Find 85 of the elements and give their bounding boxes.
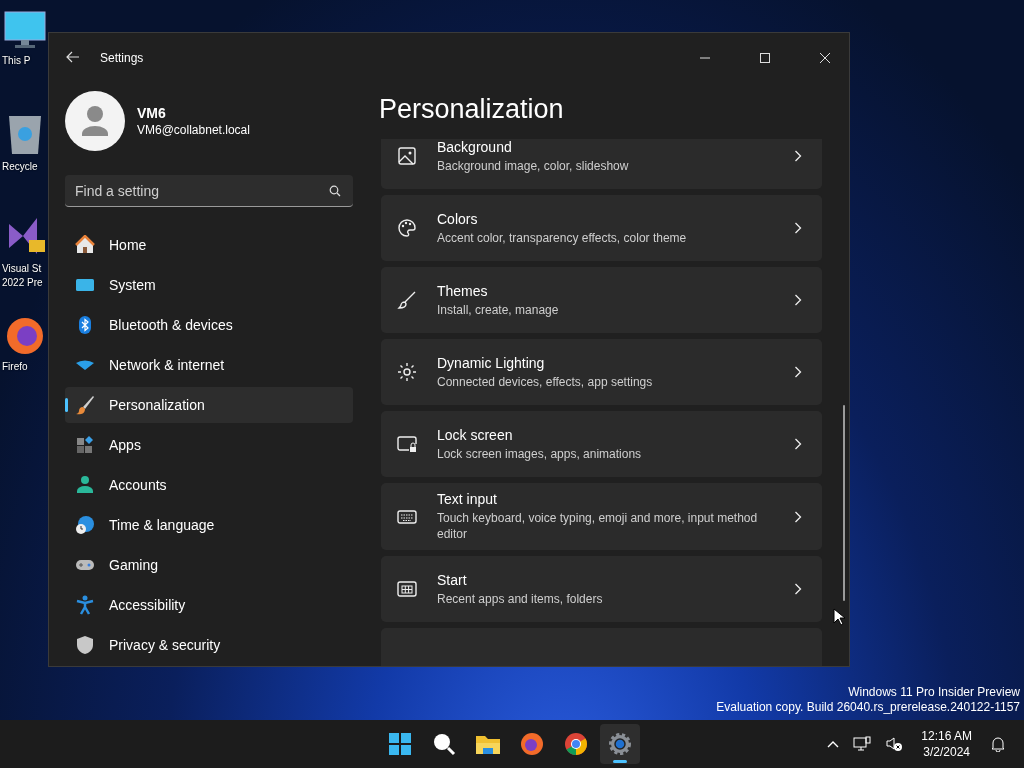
evaluation-watermark-text: Windows 11 Pro Insider Preview: [848, 685, 1020, 700]
start-menu-icon: [397, 579, 417, 599]
apps-grid-icon: [75, 435, 95, 455]
close-icon[interactable]: [819, 52, 831, 64]
settings-card[interactable]: Background Background image, color, slideshow: [381, 139, 822, 189]
back-arrow-icon[interactable]: [66, 51, 80, 63]
setting-title: Start: [437, 571, 468, 588]
nav-item[interactable]: Accounts: [65, 467, 353, 503]
picture-icon: [397, 146, 417, 166]
nav-item[interactable]: Network & internet: [65, 347, 353, 383]
nav-item[interactable]: System: [65, 267, 353, 303]
chevron-right-icon: [794, 222, 802, 234]
search-icon[interactable]: [329, 185, 341, 197]
settings-card[interactable]: Lock screen Lock screen images, apps, animations: [381, 411, 822, 477]
taskbar-button[interactable]: [600, 724, 640, 764]
chevron-right-icon: [794, 366, 802, 378]
desktop-icon-label[interactable]: This P: [2, 54, 31, 68]
chevron-right-icon: [794, 583, 802, 595]
folder-icon: [475, 733, 501, 755]
network-icon[interactable]: [853, 736, 872, 752]
globe-clock-icon: [75, 515, 95, 535]
setting-title: Lock screen: [437, 426, 514, 443]
page-title: Personalization: [379, 93, 565, 126]
setting-description: Lock screen images, apps, animations: [437, 445, 643, 462]
setting-title: Dynamic Lighting: [437, 354, 546, 371]
person-icon: [75, 475, 95, 495]
chrome-icon: [564, 732, 588, 756]
nav-item[interactable]: Personalization: [65, 387, 353, 423]
user-name: VM6: [137, 105, 167, 121]
accessibility-icon: [75, 595, 95, 615]
sun-icon: [397, 362, 417, 382]
nav-item[interactable]: Gaming: [65, 547, 353, 583]
scrollbar-thumb[interactable]: [843, 405, 845, 601]
setting-description: Background image, color, slideshow: [437, 157, 630, 174]
nav-item[interactable]: Home: [65, 227, 353, 263]
firefox-icon[interactable]: [5, 316, 45, 356]
settings-card[interactable]: Dynamic Lighting Connected devices, effects, app settings: [381, 339, 822, 405]
desktop-icon-label[interactable]: Visual St 2022 Pre: [2, 262, 43, 290]
chevron-right-icon: [794, 150, 802, 162]
firefox-icon: [520, 732, 544, 756]
mouse-cursor-icon: [833, 608, 845, 626]
setting-description: Install, create, manage: [437, 301, 560, 318]
nav-item[interactable]: Accessibility: [65, 587, 353, 623]
evaluation-watermark-text: Evaluation copy. Build 26040.rs_prerelease.240122-1157: [716, 700, 1020, 715]
chevron-right-icon: [794, 294, 802, 306]
setting-description: Recent apps and items, folders: [437, 590, 604, 607]
windows-logo-icon: [388, 732, 412, 756]
settings-card[interactable]: Themes Install, create, manage: [381, 267, 822, 333]
screen-lock-icon: [397, 434, 417, 454]
speaker-muted-icon[interactable]: [885, 736, 904, 752]
setting-title: Background: [437, 139, 513, 155]
settings-card[interactable]: Start Recent apps and items, folders: [381, 556, 822, 622]
nav-item[interactable]: Bluetooth & devices: [65, 307, 353, 343]
setting-description: Touch keyboard, voice typing, emoji and more, input method editor: [437, 510, 759, 542]
house-icon: [75, 235, 95, 255]
chevron-right-icon: [794, 510, 802, 523]
setting-title: Colors: [437, 210, 479, 227]
settings-card[interactable]: Text input Touch keyboard, voice typing, emoji and more, input method editor: [381, 483, 822, 550]
nav-item[interactable]: Time & language: [65, 507, 353, 543]
desktop-icon-label[interactable]: Recycle: [2, 160, 38, 174]
gear-icon: [608, 732, 632, 756]
nav-item[interactable]: Privacy & security: [65, 627, 353, 663]
user-email: VM6@collabnet.local: [137, 123, 250, 137]
chevron-right-icon: [794, 438, 802, 450]
paintbrush-icon: [75, 395, 95, 415]
avatar-icon: [65, 91, 125, 151]
shield-icon: [75, 635, 95, 655]
desktop-icon-label[interactable]: Firefo: [2, 360, 28, 374]
palette-icon: [397, 218, 417, 238]
search-field[interactable]: Find a setting: [65, 175, 353, 207]
clock-time[interactable]: 12:16 AM: [921, 728, 972, 744]
bell-icon[interactable]: [990, 736, 1006, 752]
maximize-icon[interactable]: [759, 52, 771, 64]
setting-title: Themes: [437, 282, 489, 299]
window-title: Settings: [100, 51, 144, 65]
chevron-up-icon[interactable]: [827, 740, 840, 748]
setting-description: Accent color, transparency effects, color theme: [437, 229, 688, 246]
monitor-icon[interactable]: [3, 10, 47, 50]
brush-icon: [397, 290, 417, 310]
setting-title: Text input: [437, 491, 498, 507]
search-icon: [432, 732, 456, 756]
nav-item[interactable]: Apps: [65, 427, 353, 463]
clock-date[interactable]: 3/2/2024: [923, 744, 970, 760]
setting-description: Connected devices, effects, app settings: [437, 373, 654, 390]
settings-card[interactable]: Colors Accent color, transparency effects, color theme: [381, 195, 822, 261]
